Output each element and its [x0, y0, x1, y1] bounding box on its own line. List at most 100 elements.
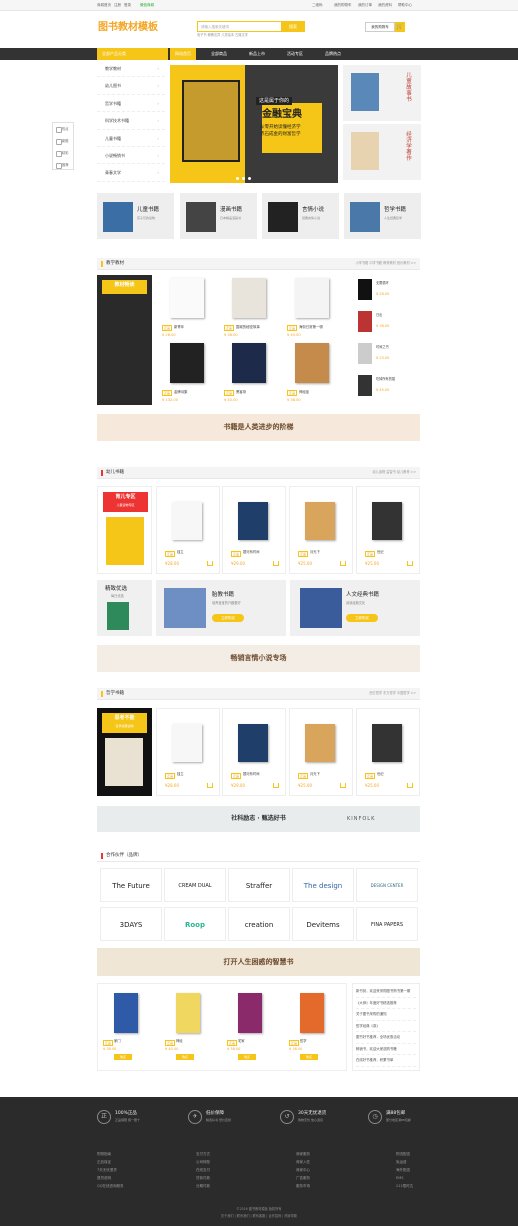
- footer-link[interactable]: EMS: [396, 1174, 413, 1182]
- add-cart-icon[interactable]: [407, 783, 413, 788]
- nav-brands[interactable]: 品牌热点: [325, 50, 341, 58]
- product-card[interactable]: 正品 世纪 ¥25.00: [356, 486, 420, 574]
- promo-kids[interactable]: 育儿专区 儿童读物专区: [97, 486, 152, 574]
- footer-link[interactable]: 服务市场: [296, 1182, 310, 1190]
- footer-bottom-links[interactable]: 关于我们 | 联系我们 | 联系客服 | 合作招商 | 商家帮助: [0, 1214, 518, 1219]
- nav-new[interactable]: 新品上市: [249, 50, 265, 58]
- promo-teach[interactable]: 教材畅读: [97, 275, 152, 405]
- news-item[interactable]: 图书好书推荐，全场优惠活动: [356, 1032, 416, 1044]
- brand-logo[interactable]: Straffer: [228, 868, 290, 902]
- footer-link[interactable]: 211限时达: [396, 1182, 413, 1190]
- buy-now-button[interactable]: 立即购买: [212, 614, 244, 622]
- news-item[interactable]: 新书到，欢迎来采购图书购书第一期: [356, 986, 416, 998]
- cart-icon[interactable]: 🛒: [395, 22, 405, 32]
- add-cart-icon[interactable]: [407, 561, 413, 566]
- footer-link[interactable]: 在线支付: [196, 1166, 210, 1174]
- cart-button[interactable]: 我的购物车: [365, 22, 395, 32]
- add-cart-icon[interactable]: [340, 561, 346, 566]
- feature-prenatal[interactable]: 胎教书籍 培养宝宝的兴趣爱好 立即购买: [156, 580, 286, 636]
- nav-all-products[interactable]: 全部商品: [211, 50, 227, 58]
- brand-logo[interactable]: 3DAYS: [100, 907, 162, 941]
- section-more-links[interactable]: 小学书籍 中学书籍 教育教材 音乐教材 >>: [356, 261, 416, 266]
- search-button[interactable]: 搜索: [281, 21, 305, 32]
- footer-link[interactable]: 商家服务: [296, 1150, 310, 1158]
- product-card[interactable]: 正品 神经 ¥ 40.00 购买: [162, 988, 224, 1066]
- brand-logo[interactable]: FINA PAPERS: [356, 907, 418, 941]
- sidebar-item[interactable]: 青春文学: [97, 164, 165, 182]
- feature-selection[interactable]: 精致优选 每日优选: [97, 580, 152, 636]
- brand-logo[interactable]: creation: [228, 907, 290, 941]
- float-item-hot[interactable]: 热点: [53, 123, 73, 135]
- buy-button[interactable]: 购买: [176, 1054, 194, 1060]
- search-input[interactable]: 请输入搜索关键词: [201, 25, 229, 29]
- product-card[interactable]: 正品 银河系时间 ¥29.00: [222, 708, 286, 796]
- slogan-banner-4[interactable]: 打开人生困惑的智慧书: [97, 948, 420, 976]
- footer-link[interactable]: 广告服务: [296, 1174, 310, 1182]
- topbar-profile-link[interactable]: 我的资料: [378, 3, 392, 7]
- category-card-comics[interactable]: 漫画书籍 日本精品漫画书: [180, 193, 257, 239]
- float-item-featured[interactable]: 精彩: [53, 147, 73, 159]
- hot-keywords[interactable]: 电子书 聊斋志异 儿童绘本 古典文学: [197, 33, 248, 38]
- topbar-home-link[interactable]: 商城首页: [97, 3, 111, 7]
- side-product[interactable]: 日出 ¥ 38.00: [354, 307, 419, 337]
- footer-link[interactable]: 分期付款: [196, 1182, 210, 1190]
- feature-humanities[interactable]: 人文经典书籍 阅读经典文化 立即购买: [290, 580, 420, 636]
- topbar-qrcode-link[interactable]: 二维码: [312, 3, 323, 7]
- footer-link[interactable]: 商家入驻: [296, 1158, 310, 1166]
- product-card[interactable]: 正品 银河系时间 ¥29.00: [222, 486, 286, 574]
- product-card[interactable]: 正品 宅家 ¥ 38.00 购买: [224, 988, 286, 1066]
- topbar-orders-link[interactable]: 我的订单: [358, 3, 372, 7]
- footer-link[interactable]: 公司转账: [196, 1158, 210, 1166]
- side-product[interactable]: 时间之书 ¥ 23.00: [354, 339, 419, 369]
- topbar-register-link[interactable]: 注册: [114, 3, 121, 7]
- slogan-banner-1[interactable]: 书籍是人类进步的阶梯: [97, 414, 420, 441]
- footer-link[interactable]: 海外配送: [396, 1166, 413, 1174]
- news-item[interactable]: 《大师》年度好书精选推荐: [356, 998, 416, 1009]
- sidebar-item[interactable]: 幼儿图书: [97, 77, 165, 95]
- section-more-links[interactable]: 幼儿读物 益智书 幼儿教育 >>: [373, 470, 416, 475]
- footer-link[interactable]: QQ在线咨询服务: [97, 1182, 124, 1190]
- footer-link[interactable]: 7天无忧退货: [97, 1166, 124, 1174]
- brand-logo[interactable]: CREAM DUAL: [164, 868, 226, 902]
- nav-home[interactable]: 网站首页: [170, 48, 196, 60]
- product-card[interactable]: 正品 家门 ¥ 38.00 购买: [100, 988, 162, 1066]
- footer-link[interactable]: 免运费: [396, 1158, 413, 1166]
- product-card[interactable]: 正品 独立 ¥28.00: [156, 486, 220, 574]
- hero-banner[interactable]: 这是属于你的 金融宝典 从零开始读懂经济学 点石成金的财富哲学: [170, 65, 338, 183]
- add-cart-icon[interactable]: [273, 783, 279, 788]
- news-item[interactable]: 畅销书，欢迎大家选购书籍: [356, 1044, 416, 1055]
- product-card[interactable]: 正品 独立 ¥28.00: [156, 708, 220, 796]
- category-card-romance[interactable]: 言情小说 经典言情小说: [262, 193, 339, 239]
- brand-logo[interactable]: Devitems: [292, 907, 354, 941]
- side-ad-economics[interactable]: 经济学著作: [343, 124, 421, 180]
- sidebar-item[interactable]: 小说畅销书: [97, 147, 165, 165]
- slogan-banner-2[interactable]: 畅销言情小说专场: [97, 645, 420, 672]
- side-product[interactable]: 无限循环 ¥ 28.00: [354, 275, 419, 305]
- buy-button[interactable]: 购买: [238, 1054, 256, 1060]
- footer-link[interactable]: 支付方式: [196, 1150, 210, 1158]
- news-item[interactable]: 关于图书采购的通知: [356, 1009, 416, 1021]
- news-item[interactable]: 在线好书推荐，积累书单: [356, 1055, 416, 1067]
- sidebar-item[interactable]: 教学教材: [97, 60, 165, 78]
- footer-link[interactable]: 货到付款: [196, 1174, 210, 1182]
- topbar-help-link[interactable]: 帮助中心: [398, 3, 412, 7]
- promo-philosophy[interactable]: 思考不能 哲学经典读物: [97, 708, 152, 796]
- site-logo[interactable]: 图书教材模板: [98, 22, 158, 34]
- side-product[interactable]: 吃掉所有的猫 ¥ 45.00: [354, 371, 419, 401]
- product-card[interactable]: 正品 世纪 ¥25.00: [356, 708, 420, 796]
- product-card[interactable]: 正品 月光下 ¥25.00: [289, 486, 353, 574]
- news-item[interactable]: 哲学经典《泉》: [356, 1021, 416, 1032]
- add-cart-icon[interactable]: [207, 561, 213, 566]
- dot[interactable]: [236, 177, 239, 180]
- dot[interactable]: [242, 177, 245, 180]
- add-cart-icon[interactable]: [207, 783, 213, 788]
- topbar-login-link[interactable]: 登录: [124, 3, 131, 7]
- brand-logo[interactable]: Roop: [164, 907, 226, 941]
- sidebar-item[interactable]: 儿童书籍: [97, 130, 165, 147]
- sidebar-item[interactable]: 哲学书籍: [97, 95, 165, 113]
- topbar-wechat-link[interactable]: 微信商城: [140, 3, 154, 7]
- nav-events[interactable]: 活动专区: [287, 50, 303, 58]
- buy-button[interactable]: 购买: [114, 1054, 132, 1060]
- float-item-recommend[interactable]: 推荐: [53, 159, 73, 171]
- buy-now-button[interactable]: 立即购买: [346, 614, 378, 622]
